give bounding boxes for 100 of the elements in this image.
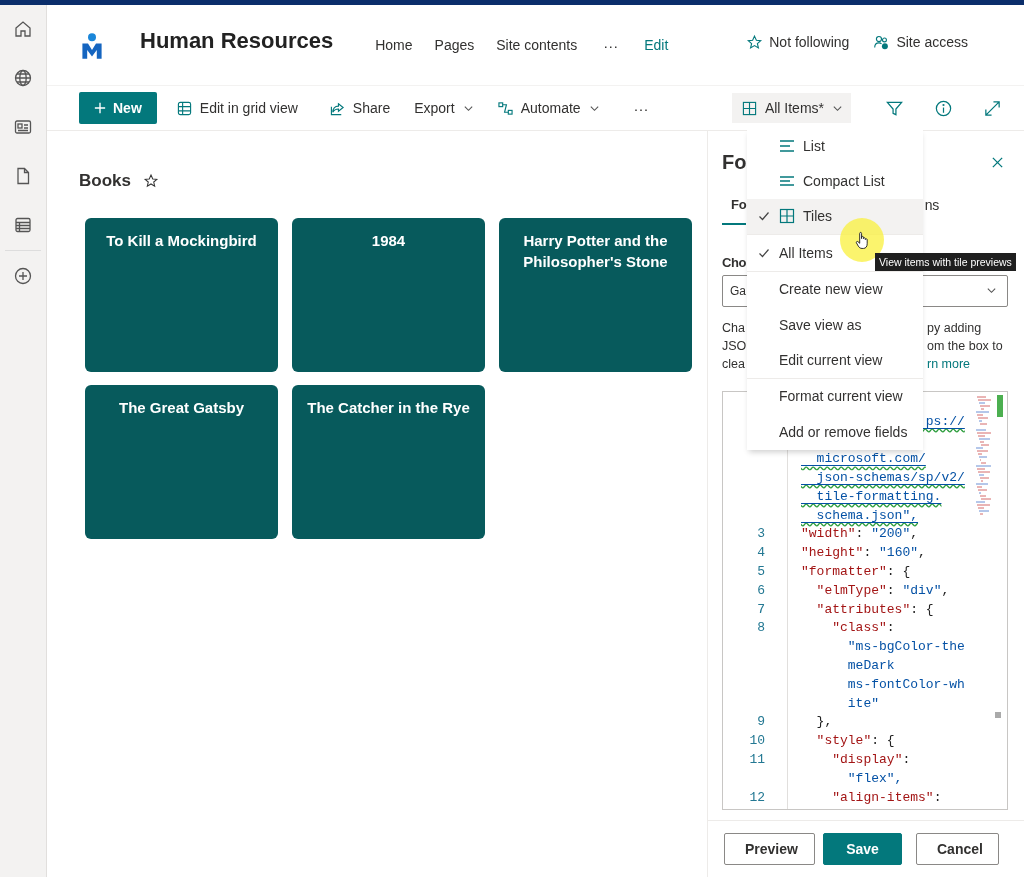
code-line: "align-items": — [831, 789, 942, 805]
site-title[interactable]: Human Resources — [140, 28, 334, 54]
menu-item[interactable]: Edit current view — [747, 342, 923, 378]
site-access-button[interactable]: Site access — [873, 33, 968, 51]
description-text: Cha — [722, 319, 745, 337]
tile[interactable]: To Kill a Mockingbird — [85, 218, 278, 372]
more-button[interactable]: ··· — [623, 93, 659, 123]
home-icon[interactable] — [13, 19, 33, 39]
line-number: 12 — [749, 789, 765, 805]
code-line: "style": { — [815, 733, 895, 749]
tile[interactable]: The Great Gatsby — [85, 385, 278, 539]
line-number: 6 — [757, 582, 765, 598]
menu-item[interactable]: Tiles — [747, 198, 923, 235]
grid-icon — [176, 100, 192, 116]
menu-item[interactable]: Create new view — [747, 271, 923, 307]
description-text: JSO — [722, 337, 747, 355]
primary-button[interactable]: Save — [823, 833, 902, 865]
menu-item[interactable]: Save view as — [747, 306, 923, 343]
nav-link[interactable]: Edit — [644, 36, 669, 54]
code-line: schema.json", — [815, 507, 919, 523]
code-line: }, — [815, 714, 833, 730]
tile-title: Harry Potter and the Philosopher's Stone — [522, 231, 669, 272]
people-icon — [873, 33, 891, 51]
code-line: microsoft.com/ — [815, 451, 926, 467]
toolbar-button[interactable]: Automate — [487, 93, 610, 123]
line-number: 11 — [749, 752, 765, 767]
grid-icon — [741, 100, 757, 116]
add-icon[interactable] — [13, 266, 33, 286]
panel-title: Fo — [722, 151, 747, 175]
code-line: "elmType": "div", — [815, 582, 950, 598]
code-line: "class": — [831, 620, 895, 636]
list-icon[interactable] — [13, 215, 33, 235]
expand-icon[interactable] — [983, 98, 1002, 118]
code-line: json-schemas/sp/v2/ — [815, 470, 965, 486]
star-icon — [746, 33, 764, 51]
new-button[interactable]: New — [79, 92, 157, 124]
nav-link[interactable]: Site contents — [496, 36, 578, 54]
code-line: "attributes": { — [815, 601, 934, 617]
nav-link[interactable]: Home — [375, 36, 413, 54]
scrollbar-thumb[interactable] — [997, 394, 1003, 417]
tile-title: To Kill a Mockingbird — [106, 231, 257, 251]
view-selector[interactable]: All Items* — [731, 93, 851, 123]
grid-icon — [779, 208, 795, 225]
code-line: ite" — [846, 695, 879, 711]
tile-title: The Great Gatsby — [118, 398, 244, 418]
lines-icon — [779, 137, 795, 154]
menu-item[interactable]: Format current view — [747, 378, 923, 415]
tile-title: 1984 — [371, 231, 406, 251]
code-line: "width": "200", — [801, 526, 919, 542]
line-number: 7 — [757, 601, 765, 617]
tooltip: View items with tile previews — [875, 253, 1016, 271]
close-icon[interactable] — [991, 156, 1004, 170]
toolbar-button[interactable]: Export — [404, 93, 484, 123]
list-title: Books — [79, 171, 131, 191]
more-link[interactable]: ··· — [603, 36, 619, 54]
code-line: meDark — [846, 658, 895, 674]
tile[interactable]: The Catcher in the Rye — [292, 385, 485, 539]
line-number: 4 — [757, 545, 765, 561]
line-number: 8 — [757, 620, 765, 636]
checkmark-icon — [758, 210, 770, 223]
menu-item[interactable]: Add or remove fields — [747, 414, 923, 450]
star-icon[interactable] — [142, 173, 159, 189]
line-number: 5 — [757, 564, 765, 580]
tile[interactable]: 1984 — [292, 218, 485, 372]
toolbar-button[interactable]: Share — [319, 93, 401, 123]
menu-item[interactable]: List — [747, 128, 923, 164]
description-text: py adding — [927, 319, 982, 337]
secondary-button[interactable]: Preview — [724, 833, 815, 865]
learn-more-link[interactable]: rn more — [927, 354, 971, 373]
secondary-button[interactable]: Cancel — [916, 833, 999, 865]
plus-icon — [94, 102, 106, 114]
code-line: "display": — [831, 752, 911, 767]
description-text: clea — [722, 355, 745, 373]
toolbar-button[interactable]: Edit in grid view — [166, 93, 308, 123]
scroll-marker — [995, 711, 1001, 718]
follow-button[interactable]: Not following — [746, 33, 850, 51]
globe-icon[interactable] — [13, 68, 33, 88]
code-line: ps:// — [924, 413, 965, 429]
line-number: 10 — [749, 733, 765, 749]
line-number: 3 — [757, 526, 765, 542]
menu-item[interactable]: Compact List — [747, 163, 923, 199]
nav-link[interactable]: Pages — [434, 36, 475, 54]
code-line: ms-fontColor-wh — [846, 676, 965, 692]
checkmark-icon — [758, 246, 770, 259]
field-label: Cho — [722, 254, 747, 270]
flow-icon — [497, 100, 513, 116]
share-icon — [329, 100, 345, 116]
code-line: "flex", — [846, 770, 903, 786]
code-line: "formatter": { — [801, 564, 911, 580]
info-icon[interactable] — [934, 98, 953, 118]
tile[interactable]: Harry Potter and the Philosopher's Stone — [499, 218, 692, 372]
hand-cursor-icon — [855, 230, 870, 250]
code-line: tile-formatting. — [815, 488, 942, 504]
description-text: om the box to — [927, 337, 1003, 355]
logo-icon[interactable] — [80, 31, 104, 61]
news-icon[interactable] — [13, 117, 33, 137]
code-line: "ms-bgColor-the — [846, 639, 965, 655]
tile-title: The Catcher in the Rye — [307, 398, 470, 418]
line-number: 9 — [757, 714, 765, 730]
code-line: "height": "160", — [801, 545, 926, 561]
